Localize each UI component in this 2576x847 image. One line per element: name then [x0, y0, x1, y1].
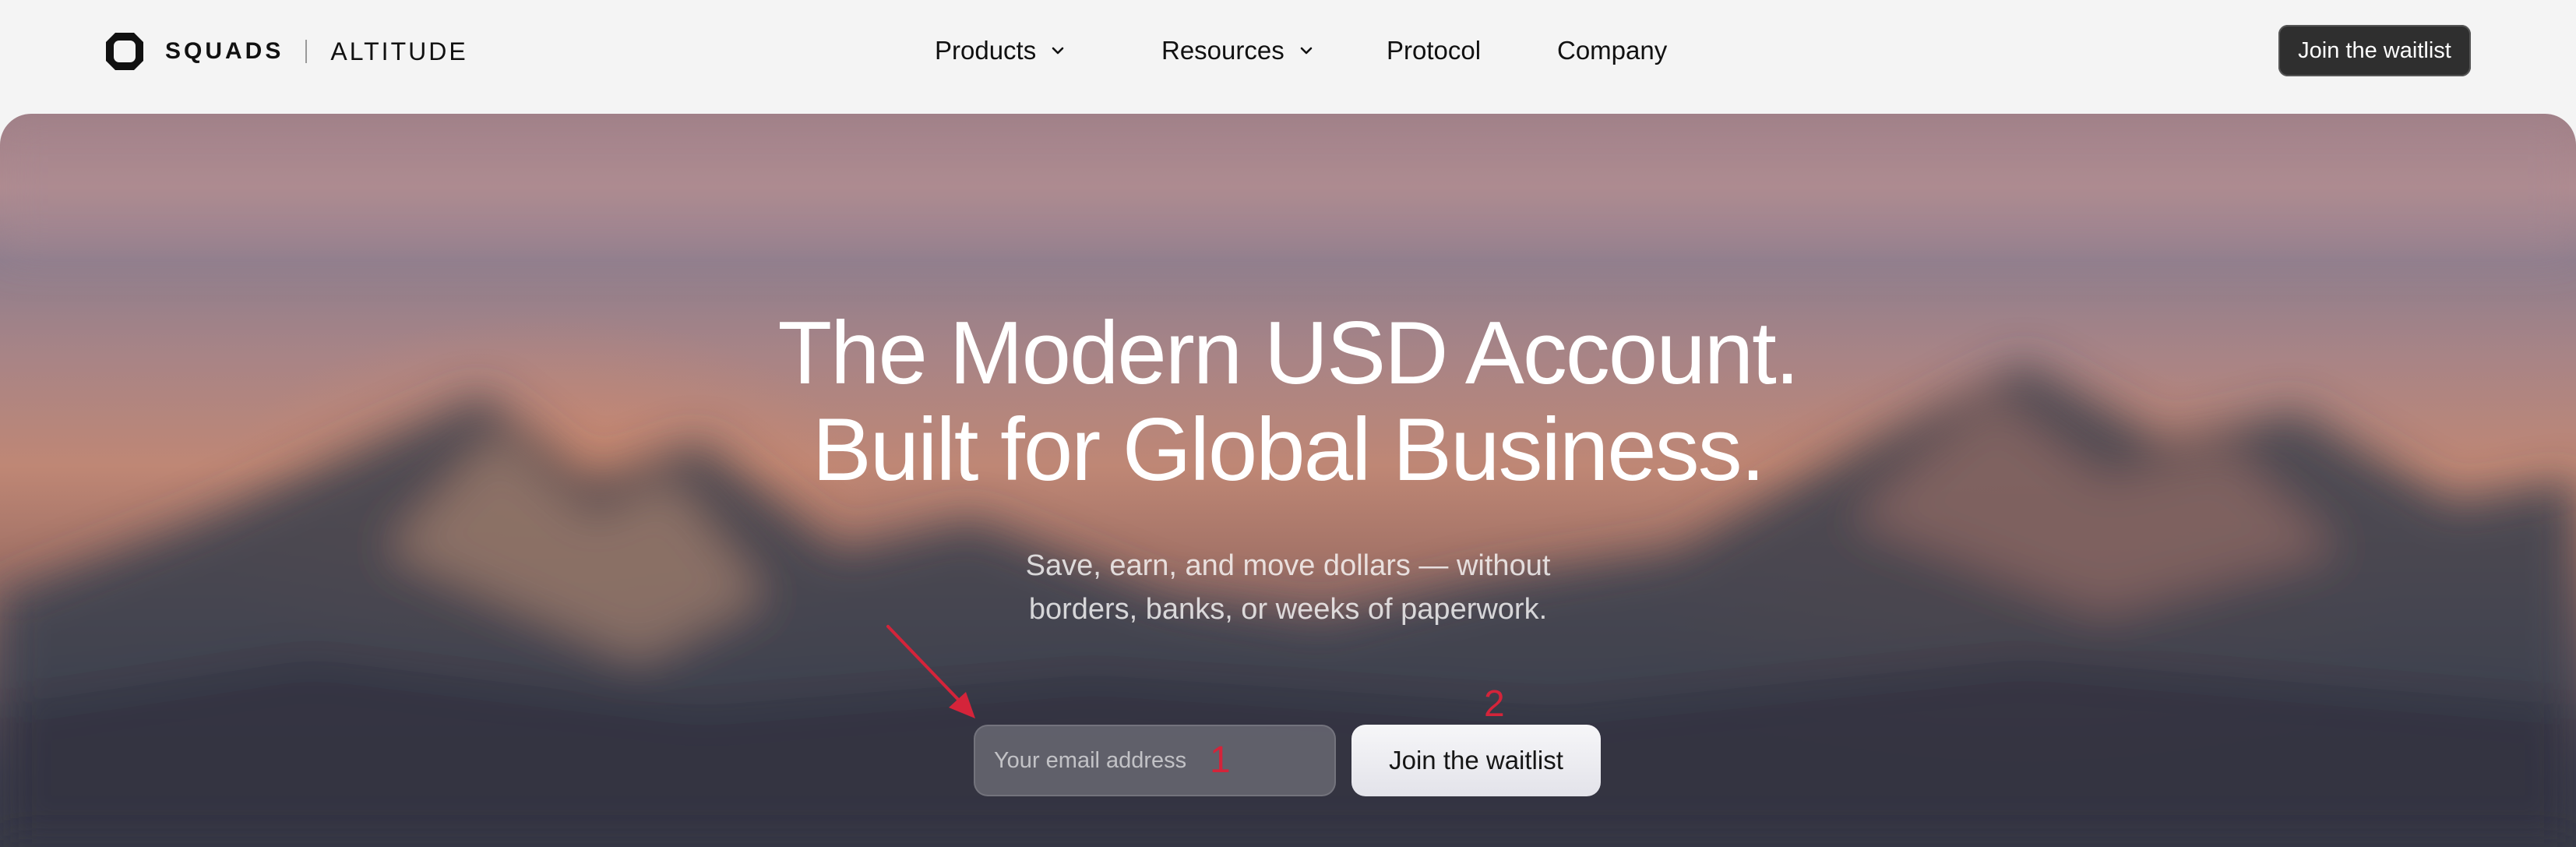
nav-item-company[interactable]: Company — [1557, 31, 1667, 70]
nav-item-label: Resources — [1161, 36, 1284, 65]
hero-subheadline: Save, earn, and move dollars — without b… — [0, 544, 2576, 631]
nav-item-label: Protocol — [1387, 36, 1482, 65]
hero-section: The Modern USD Account. Built for Global… — [0, 114, 2576, 847]
brand-product-name: ALTITUDE — [330, 37, 468, 65]
top-nav: SQUADS ALTITUDE Products Resources Proto… — [0, 0, 2576, 109]
email-input[interactable] — [974, 725, 1336, 796]
annotation-marker-1: 1 — [1210, 739, 1231, 781]
brand-divider — [305, 40, 308, 63]
headline-line-2: Built for Global Business. — [812, 401, 1766, 499]
annotation-marker-2: 2 — [1484, 683, 1505, 725]
chevron-down-icon — [1300, 47, 1313, 55]
nav-item-label: Products — [935, 36, 1037, 65]
squads-logo-icon — [106, 33, 143, 70]
hero-headline: The Modern USD Account. Built for Global… — [0, 305, 2576, 499]
brand-logo[interactable]: SQUADS ALTITUDE — [104, 30, 468, 73]
nav-item-label: Company — [1557, 36, 1668, 65]
subheadline-line-2: borders, banks, or weeks of paperwork. — [1028, 593, 1548, 626]
brand-wordmark: SQUADS — [165, 38, 284, 64]
hero-join-waitlist-button[interactable]: Join the waitlist — [1351, 725, 1601, 796]
nav-item-products[interactable]: Products — [935, 31, 1067, 70]
nav-item-protocol[interactable]: Protocol — [1387, 31, 1481, 70]
nav-join-waitlist-button[interactable]: Join the waitlist — [2278, 25, 2471, 76]
nav-item-resources[interactable]: Resources — [1161, 31, 1316, 70]
headline-line-1: The Modern USD Account. — [777, 304, 1800, 403]
subheadline-line-1: Save, earn, and move dollars — without — [1025, 549, 1551, 582]
chevron-down-icon — [1052, 47, 1064, 55]
